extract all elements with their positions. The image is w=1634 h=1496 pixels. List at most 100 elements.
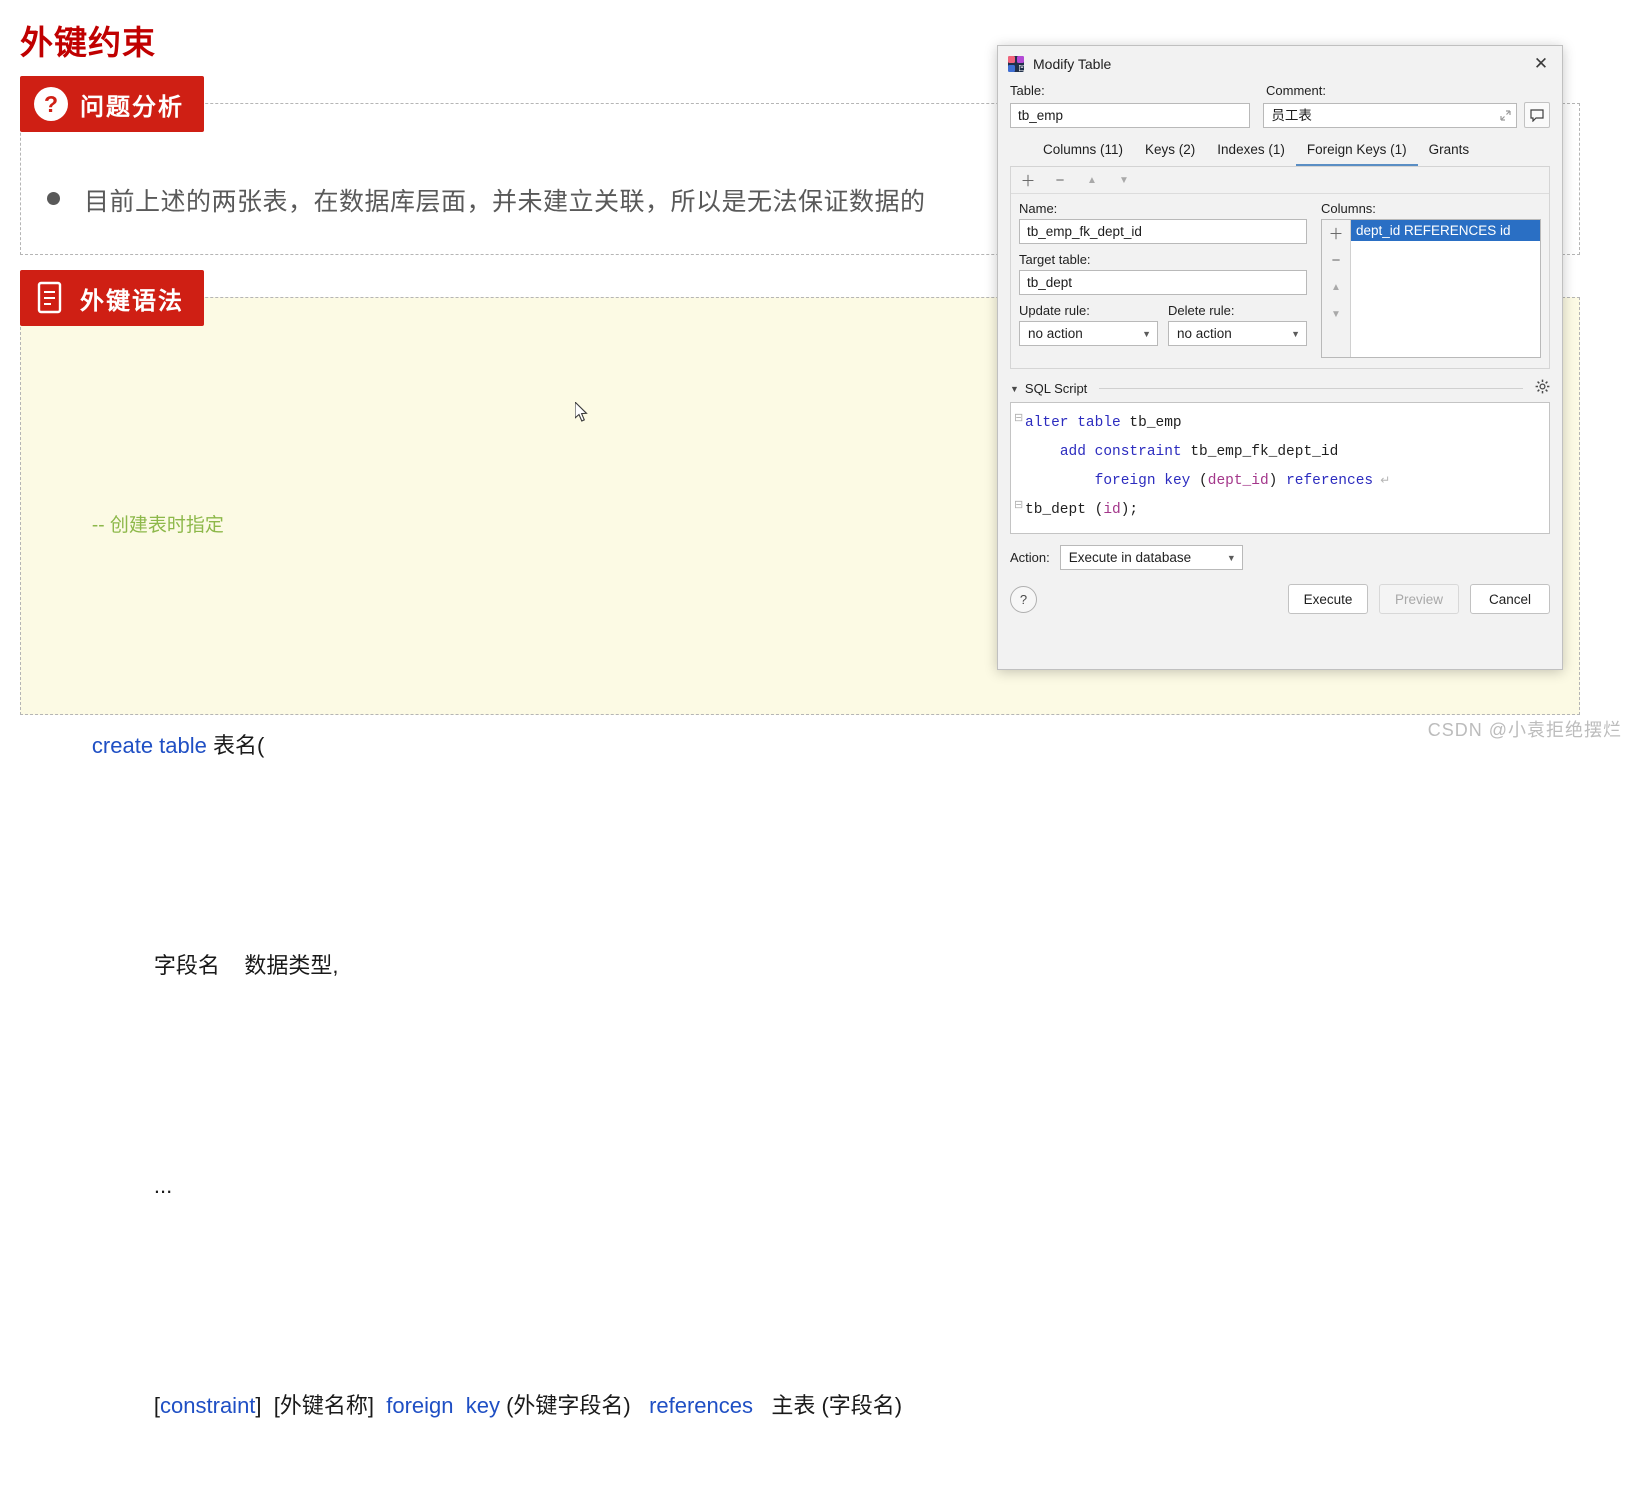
triangle-down-icon[interactable]: ▼	[1010, 384, 1019, 394]
sql-punct: (	[1190, 473, 1208, 489]
dialog-footer: ? Execute Preview Cancel	[1010, 584, 1550, 614]
table-label: Table:	[1010, 83, 1045, 98]
list-item[interactable]: dept_id REFERENCES id	[1351, 220, 1540, 241]
code-line-field: 字段名 数据类型,	[43, 900, 999, 1032]
preview-button: Preview	[1379, 584, 1459, 614]
arrow-down-icon[interactable]: ▼	[1327, 305, 1345, 323]
columns-box: ＋ − ▲ ▼ dept_id REFERENCES id	[1321, 219, 1541, 358]
sql-script-header[interactable]: ▼ SQL Script	[1010, 379, 1550, 398]
update-rule-value: no action	[1028, 326, 1083, 341]
code-keyword: create table	[91, 733, 207, 758]
svg-text:凹: 凹	[1018, 63, 1024, 71]
expand-icon[interactable]	[1499, 109, 1512, 122]
code-block: -- 创建表时指定 create table 表名( 字段名 数据类型, ...…	[43, 370, 999, 1496]
sql-identifier: tb_dept (	[1025, 502, 1104, 518]
foreign-keys-panel: ＋ − ▲ ▼ Name: Target table: Update rule:	[1010, 167, 1550, 369]
arrow-up-icon[interactable]: ▲	[1083, 171, 1101, 189]
bullet-text: 目前上述的两张表，在数据库层面，并未建立关联，所以是无法保证数据的	[84, 188, 926, 216]
tab-grants[interactable]: Grants	[1418, 138, 1481, 166]
section-badge-problem: ? 问题分析	[20, 76, 204, 132]
delete-rule-value: no action	[1177, 326, 1232, 341]
close-icon[interactable]: ✕	[1528, 51, 1554, 77]
section-badge-label: 问题分析	[80, 93, 184, 121]
columns-label: Columns:	[1321, 201, 1376, 216]
code-plain: 主表 (字段名)	[753, 1393, 903, 1418]
action-label: Action:	[1010, 550, 1050, 565]
arrow-down-icon[interactable]: ▼	[1115, 171, 1133, 189]
chevron-down-icon: ▼	[1291, 328, 1300, 339]
delete-rule-label: Delete rule:	[1168, 303, 1235, 318]
plus-icon[interactable]: ＋	[1327, 224, 1345, 243]
chevron-down-icon: ▼	[1226, 552, 1236, 563]
tab-indexes[interactable]: Indexes (1)	[1206, 138, 1296, 166]
tab-foreign-keys[interactable]: Foreign Keys (1)	[1295, 138, 1418, 166]
document-icon	[34, 281, 68, 315]
cancel-button[interactable]: Cancel	[1470, 584, 1550, 614]
tab-columns[interactable]: Columns (11)	[1032, 138, 1134, 166]
header-field-labels: Table: Comment:	[1010, 83, 1550, 98]
dialog-tabs: Columns (11) Keys (2) Indexes (1) Foreig…	[1010, 138, 1550, 167]
modify-table-dialog: 凹 Modify Table ✕ Table: Comment: tb_emp …	[997, 45, 1563, 670]
sql-identifier: tb_emp_fk_dept_id	[1181, 444, 1339, 460]
slide-canvas: 外键约束 ? 问题分析 目前上述的两张表，在数据库层面，并未建立关联，所以是无法…	[0, 0, 1634, 1418]
update-rule-group: Update rule: no action ▼	[1019, 303, 1158, 346]
wrap-indicator-icon: ↵	[1373, 474, 1391, 488]
sql-keyword: alter table	[1025, 415, 1121, 431]
tab-keys[interactable]: Keys (2)	[1134, 138, 1206, 166]
plus-icon[interactable]: ＋	[1019, 171, 1037, 190]
code-plain: (外键字段名)	[499, 1393, 650, 1418]
sql-column: id	[1103, 502, 1121, 518]
code-keyword: references	[649, 1393, 754, 1418]
table-name-input[interactable]	[1010, 102, 1251, 128]
sql-code-text: alter table tb_emp add constraint tb_emp…	[1025, 409, 1545, 525]
question-mark-icon: ?	[34, 87, 68, 121]
panel-toolbar: ＋ − ▲ ▼	[1011, 167, 1549, 194]
sql-keyword: foreign key	[1094, 473, 1191, 489]
header-field-row	[1010, 102, 1550, 128]
sql-punct: );	[1120, 502, 1139, 518]
delete-rule-select[interactable]: no action ▼	[1168, 321, 1307, 346]
sql-punct: )	[1268, 473, 1287, 489]
minus-icon[interactable]: −	[1051, 171, 1069, 189]
sql-column: dept_id	[1207, 473, 1269, 489]
minus-icon[interactable]: −	[1327, 251, 1345, 269]
target-table-input[interactable]	[1019, 270, 1307, 295]
code-fold-icon[interactable]: ⊟	[1014, 411, 1023, 424]
sql-script-editor[interactable]: ⊟ ⊟ alter table tb_emp add constraint tb…	[1010, 402, 1550, 534]
execute-button[interactable]: Execute	[1288, 584, 1368, 614]
code-fold-icon[interactable]: ⊟	[1014, 498, 1023, 511]
bullet-dot-icon	[47, 192, 60, 205]
comment-label: Comment:	[1266, 83, 1326, 98]
comment-icon[interactable]	[1524, 102, 1550, 128]
code-comment: -- 创建表时指定	[91, 515, 224, 536]
code-plain: ] [外键名称]	[255, 1393, 387, 1418]
action-value: Execute in database	[1068, 550, 1192, 565]
chevron-down-icon: ▼	[1142, 328, 1151, 339]
code-line-ellipsis: ...	[43, 1120, 999, 1252]
dialog-title: Modify Table	[1033, 55, 1112, 72]
help-button[interactable]: ?	[1010, 585, 1037, 613]
columns-area: Columns: ＋ − ▲ ▼ dept_id REFERENCES id	[1321, 201, 1541, 358]
gear-icon[interactable]	[1535, 379, 1550, 398]
update-rule-label: Update rule:	[1019, 303, 1090, 318]
comment-input[interactable]	[1263, 102, 1518, 128]
panel-content: Name: Target table: Update rule: no acti…	[1011, 194, 1549, 368]
rule-columns: Update rule: no action ▼ Delete rule: no…	[1019, 303, 1307, 346]
columns-list[interactable]: dept_id REFERENCES id	[1351, 220, 1540, 357]
update-rule-select[interactable]: no action ▼	[1019, 321, 1158, 346]
action-select[interactable]: Execute in database ▼	[1059, 545, 1243, 570]
columns-side-buttons: ＋ − ▲ ▼	[1322, 220, 1351, 357]
section-badge-label: 外键语法	[80, 287, 184, 315]
dialog-titlebar: 凹 Modify Table ✕	[998, 46, 1562, 81]
bullet-item: 目前上述的两张表，在数据库层面，并未建立关联，所以是无法保证数据的	[47, 182, 926, 218]
target-table-label: Target table:	[1019, 252, 1091, 267]
dialog-body: Table: Comment: tb_emp 员工表 Columns (11) …	[998, 83, 1562, 614]
code-line-create-table: create table 表名(	[43, 680, 999, 812]
code-plain: ...	[153, 1173, 173, 1198]
sql-identifier: tb_emp	[1120, 415, 1182, 431]
fk-name-input[interactable]	[1019, 219, 1307, 244]
code-keyword: constraint	[160, 1393, 256, 1418]
arrow-up-icon[interactable]: ▲	[1327, 278, 1345, 296]
code-keyword: foreign key	[386, 1393, 500, 1418]
name-label: Name:	[1019, 201, 1058, 216]
